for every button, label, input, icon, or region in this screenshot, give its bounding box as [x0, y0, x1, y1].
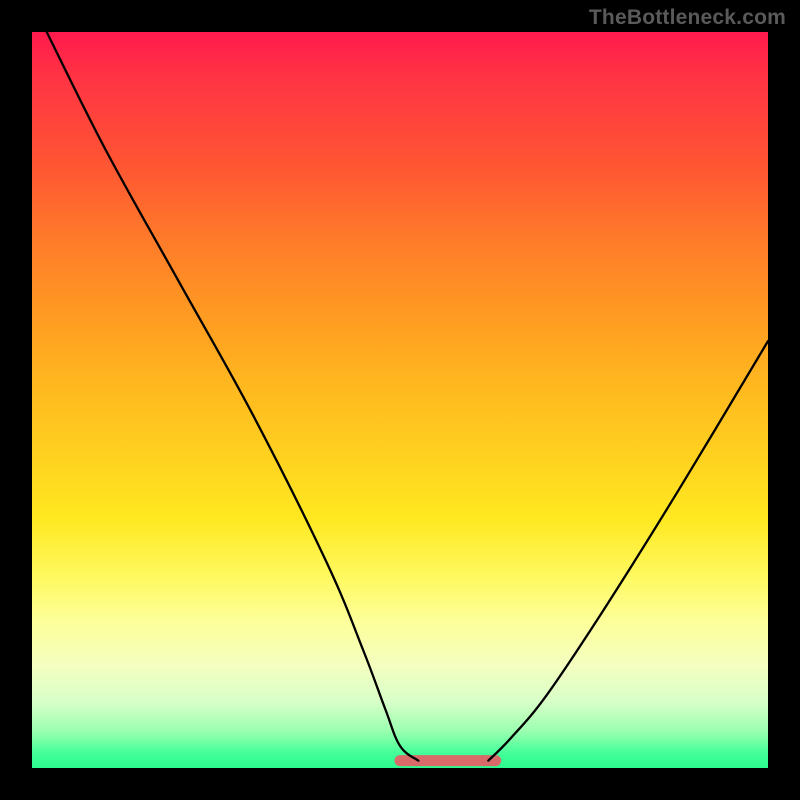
right-curve [488, 341, 768, 761]
watermark-text: TheBottleneck.com [589, 6, 786, 30]
chart-frame: TheBottleneck.com [0, 0, 800, 800]
chart-plot-area [32, 32, 768, 768]
left-curve [47, 32, 419, 761]
chart-svg [32, 32, 768, 768]
